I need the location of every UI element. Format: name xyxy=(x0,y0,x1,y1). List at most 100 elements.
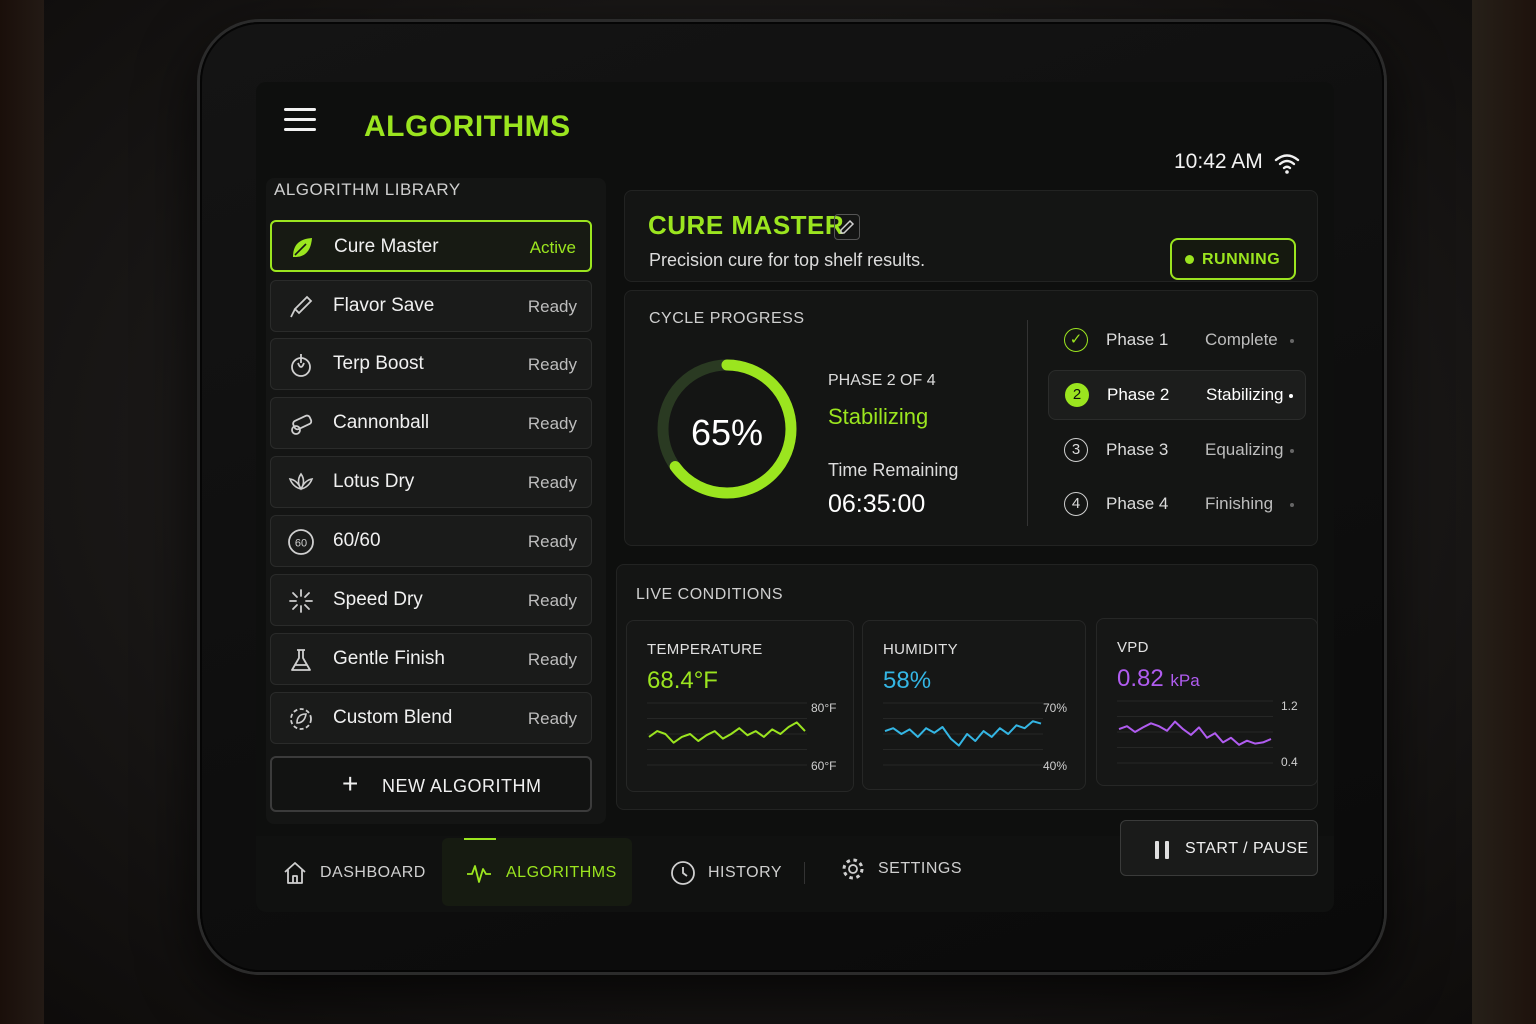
phase-number-badge: 4 xyxy=(1064,492,1088,516)
min-tick: 40% xyxy=(1043,759,1068,773)
vpd-value: 0.82 kPa xyxy=(1117,665,1200,692)
algorithm-item-lotus-dry[interactable]: Lotus Dry Ready xyxy=(270,456,592,508)
new-algorithm-button[interactable]: + NEW ALGORITHM xyxy=(270,756,592,812)
burst-icon xyxy=(289,589,313,613)
nav-divider xyxy=(804,862,805,884)
current-algorithm-description: Precision cure for top shelf results. xyxy=(649,250,926,270)
min-tick: 60°F xyxy=(811,759,837,773)
phase-row-3[interactable]: 3 Phase 3 Equalizing xyxy=(1048,426,1306,476)
nav-history[interactable]: HISTORY xyxy=(670,838,800,906)
nav-active-indicator xyxy=(464,838,496,840)
algorithm-state: Ready xyxy=(527,532,577,551)
algorithm-name: Speed Dry xyxy=(333,589,423,610)
new-algorithm-label: NEW ALGORITHM xyxy=(382,776,542,796)
menu-icon[interactable] xyxy=(284,108,316,134)
algorithm-item-60-60[interactable]: 60 60/60 Ready xyxy=(270,515,592,567)
phase-state: Complete xyxy=(1205,330,1278,349)
phase-dot xyxy=(1290,449,1294,453)
nav-label: ALGORITHMS xyxy=(506,864,617,881)
algorithm-state: Ready xyxy=(527,709,577,728)
temperature-value: 68.4°F xyxy=(647,667,718,694)
lotus-icon xyxy=(288,472,314,491)
humidity-card: HUMIDITY 58% 70% 40% xyxy=(862,620,1086,790)
edit-icon[interactable] xyxy=(834,214,860,240)
sixty-badge-icon: 60 xyxy=(288,529,314,555)
algorithm-name: Flavor Save xyxy=(333,295,435,316)
live-conditions-title: LIVE CONDITIONS xyxy=(636,586,784,603)
algorithm-state: Ready xyxy=(527,650,577,669)
algorithm-item-gentle-finish[interactable]: Gentle Finish Ready xyxy=(270,633,592,685)
clock-icon xyxy=(671,861,695,885)
gear-leaf-icon xyxy=(290,708,312,730)
screen: ALGORITHMS 10:42 AM ALGORITHM LIBRARY Cu… xyxy=(256,82,1334,912)
phase-number-badge: 3 xyxy=(1064,438,1088,462)
algorithm-state: Ready xyxy=(527,473,577,492)
algorithm-name: Cannonball xyxy=(333,412,430,433)
clock: 10:42 AM xyxy=(1174,150,1263,173)
start-pause-label: START / PAUSE xyxy=(1185,840,1309,857)
algorithm-item-speed-dry[interactable]: Speed Dry Ready xyxy=(270,574,592,626)
algorithm-item-flavor-save[interactable]: Flavor Save Ready xyxy=(270,280,592,332)
max-tick: 1.2 xyxy=(1281,699,1298,713)
phase-name: Phase 4 xyxy=(1106,494,1169,513)
humidity-sparkline xyxy=(883,702,1043,766)
phase-state: Finishing xyxy=(1205,494,1274,513)
metric-label: HUMIDITY xyxy=(883,641,958,658)
algorithm-name: Lotus Dry xyxy=(333,471,415,492)
min-tick: 0.4 xyxy=(1281,755,1298,769)
algorithm-item-cure-master[interactable]: Cure Master Active xyxy=(270,220,592,272)
algorithm-name: Cure Master xyxy=(334,236,439,257)
wifi-icon xyxy=(1274,154,1300,174)
algorithm-name: Gentle Finish xyxy=(333,648,445,669)
status-badge: RUNNING xyxy=(1170,238,1296,280)
waveform-icon xyxy=(467,865,491,883)
page-title: ALGORITHMS xyxy=(364,110,571,143)
algorithm-state: Ready xyxy=(527,355,577,374)
algorithm-state: Ready xyxy=(527,591,577,610)
beaker-icon xyxy=(291,649,311,671)
phase-row-1[interactable]: ✓ Phase 1 Complete xyxy=(1048,316,1306,366)
nav-label: HISTORY xyxy=(708,864,783,881)
divider xyxy=(1027,320,1028,526)
flask-icon xyxy=(291,354,311,377)
phase-row-4[interactable]: 4 Phase 4 Finishing xyxy=(1048,480,1306,530)
max-tick: 80°F xyxy=(811,701,837,715)
algorithm-state: Active xyxy=(529,238,576,257)
start-pause-button[interactable]: START / PAUSE xyxy=(1120,820,1318,876)
metric-label: TEMPERATURE xyxy=(647,641,763,658)
wall-left xyxy=(0,0,44,1024)
current-algorithm-name: CURE MASTER xyxy=(648,210,845,240)
nav-label: SETTINGS xyxy=(878,860,963,877)
max-tick: 70% xyxy=(1043,701,1068,715)
home-icon xyxy=(284,862,306,884)
time-remaining-value: 06:35:00 xyxy=(828,490,926,518)
phase-name: Phase 3 xyxy=(1106,440,1169,459)
temperature-card: TEMPERATURE 68.4°F 80°F 60°F xyxy=(626,620,854,792)
algorithm-state: Ready xyxy=(527,297,577,316)
sparkline-path xyxy=(648,721,806,744)
phase-row-2[interactable]: 2 Phase 2 Stabilizing xyxy=(1048,370,1306,420)
algorithm-item-cannonball[interactable]: Cannonball Ready xyxy=(270,397,592,449)
phase-dot xyxy=(1290,503,1294,507)
algorithm-name: Terp Boost xyxy=(333,353,424,374)
nav-label: DASHBOARD xyxy=(320,864,426,881)
algorithm-name: Custom Blend xyxy=(333,707,453,728)
progress-percent: 65% xyxy=(690,412,764,453)
status-label: RUNNING xyxy=(1202,251,1281,268)
nav-algorithms[interactable]: ALGORITHMS xyxy=(442,838,632,906)
temperature-sparkline xyxy=(647,702,807,766)
current-phase-state: Stabilizing xyxy=(828,404,929,429)
cycle-progress-title: CYCLE PROGRESS xyxy=(649,310,805,327)
nav-settings[interactable]: SETTINGS xyxy=(840,834,980,902)
algorithm-name: 60/60 xyxy=(333,530,381,551)
nav-dashboard[interactable]: DASHBOARD xyxy=(282,838,442,906)
leaf-icon xyxy=(293,238,312,257)
gear-icon xyxy=(842,858,864,880)
algorithm-state: Ready xyxy=(527,414,577,433)
plus-icon: + xyxy=(342,768,359,799)
algorithm-item-custom-blend[interactable]: Custom Blend Ready xyxy=(270,692,592,744)
algorithm-item-terp-boost[interactable]: Terp Boost Ready xyxy=(270,338,592,390)
phase-dot xyxy=(1290,339,1294,343)
vpd-sparkline xyxy=(1117,700,1273,764)
phase-state: Stabilizing xyxy=(1206,385,1284,404)
